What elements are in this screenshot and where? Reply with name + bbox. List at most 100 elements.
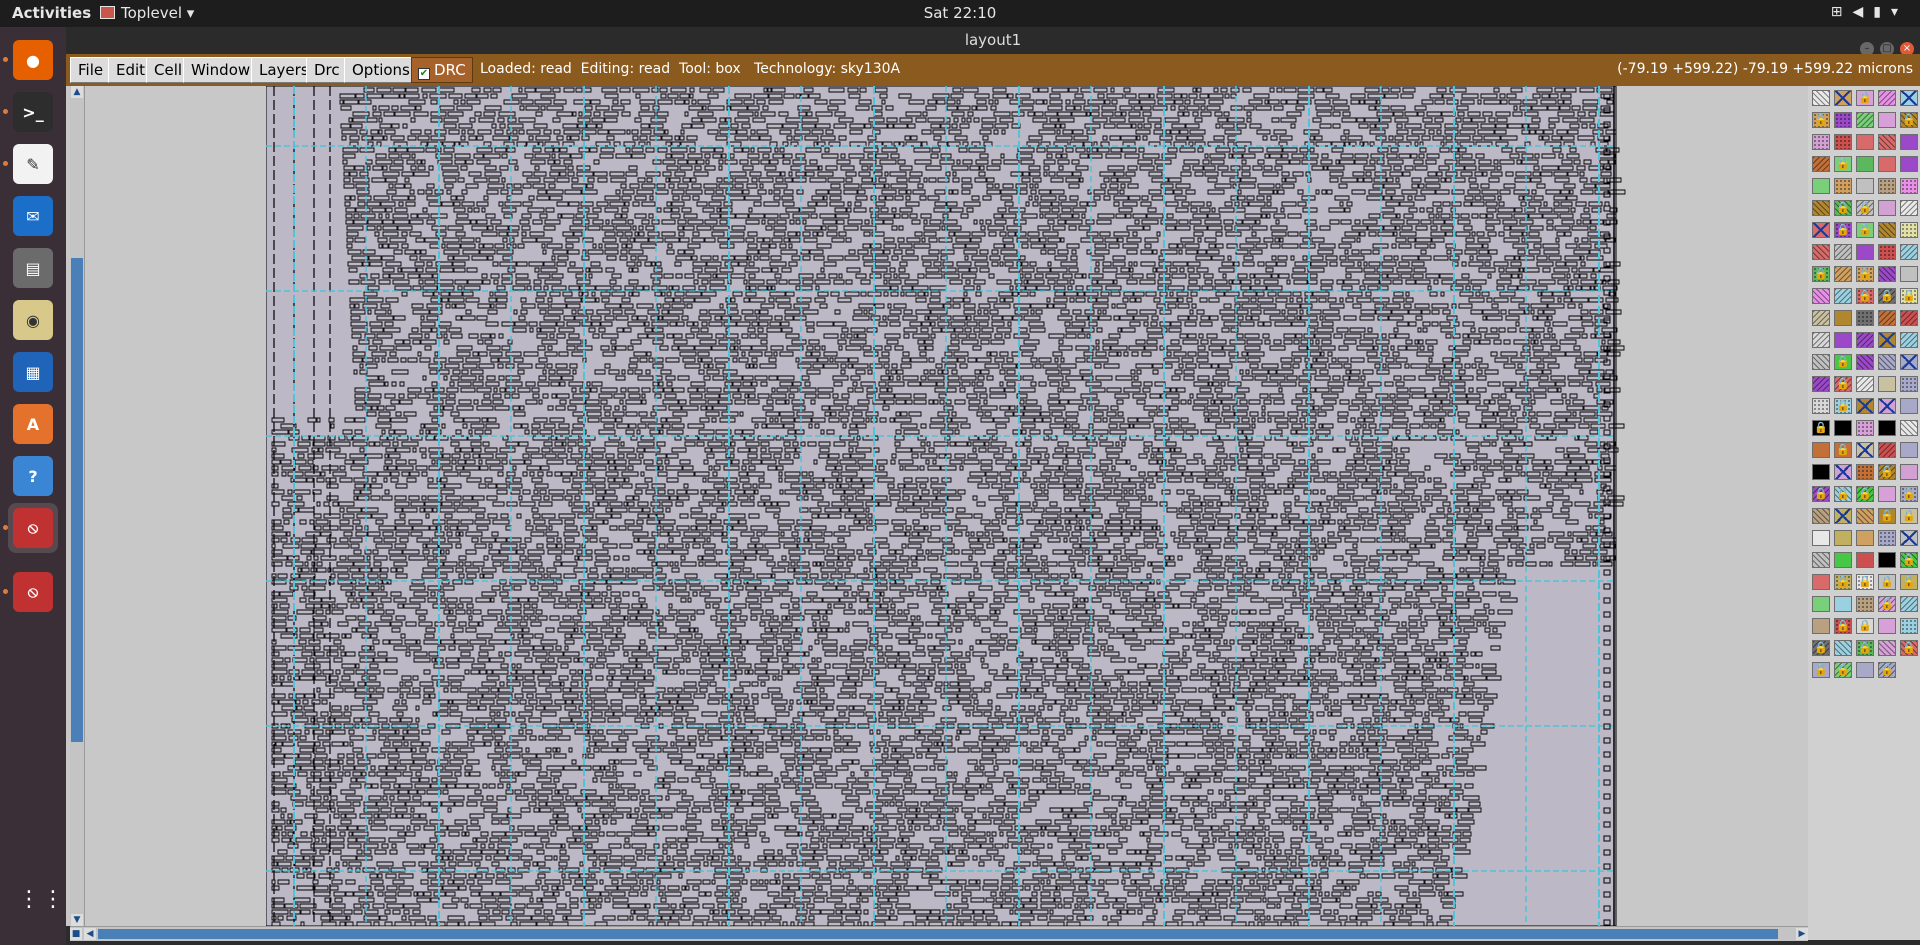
layer-swatch[interactable] <box>1878 420 1896 436</box>
dock-libreoffice-writer[interactable]: ▦ <box>8 347 58 397</box>
locked-layer-swatch[interactable]: 🔒 <box>1856 618 1874 634</box>
locked-layer-swatch[interactable]: 🔒 <box>1812 640 1830 656</box>
layer-swatch[interactable] <box>1834 332 1852 348</box>
layer-swatch[interactable] <box>1834 112 1852 128</box>
layer-swatch[interactable] <box>1878 200 1896 216</box>
layer-swatch[interactable] <box>1856 662 1874 678</box>
layer-swatch[interactable] <box>1900 178 1918 194</box>
locked-layer-swatch[interactable]: 🔒 <box>1834 156 1852 172</box>
locked-layer-swatch[interactable]: 🔒 <box>1878 662 1896 678</box>
layer-swatch[interactable] <box>1834 266 1852 282</box>
layer-swatch[interactable] <box>1812 464 1830 480</box>
layer-swatch[interactable] <box>1878 552 1896 568</box>
layer-swatch[interactable] <box>1856 464 1874 480</box>
locked-layer-swatch[interactable]: 🔒 <box>1856 222 1874 238</box>
locked-layer-swatch[interactable]: 🔒 <box>1856 574 1874 590</box>
locked-layer-swatch[interactable]: 🔒 <box>1856 640 1874 656</box>
layer-swatch[interactable] <box>1878 244 1896 260</box>
locked-layer-swatch[interactable]: 🔒 <box>1900 486 1918 502</box>
locked-layer-swatch[interactable]: 🔒 <box>1812 662 1830 678</box>
layer-swatch[interactable] <box>1812 442 1830 458</box>
layer-swatch[interactable] <box>1878 486 1896 502</box>
menu-file[interactable]: File <box>70 57 112 83</box>
dock-magic-window[interactable]: ⦸ <box>8 503 58 553</box>
layer-swatch[interactable] <box>1834 552 1852 568</box>
scroll-left-arrow[interactable]: ◀ <box>84 928 96 940</box>
layer-swatch[interactable] <box>1878 112 1896 128</box>
layer-swatch[interactable] <box>1878 442 1896 458</box>
horizontal-scrollbar[interactable]: ■ ◀ ▶ <box>70 926 1808 941</box>
layer-swatch[interactable] <box>1900 464 1918 480</box>
layer-swatch[interactable] <box>1812 90 1830 106</box>
layer-swatch[interactable] <box>1812 200 1830 216</box>
vertical-scroll-thumb[interactable] <box>71 258 83 742</box>
layer-swatch[interactable] <box>1812 310 1830 326</box>
layer-swatch[interactable] <box>1900 376 1918 392</box>
layer-swatch[interactable] <box>1900 156 1918 172</box>
scroll-corner-box[interactable]: ■ <box>70 928 82 940</box>
layer-swatch[interactable] <box>1812 530 1830 546</box>
layer-swatch[interactable] <box>1812 574 1830 590</box>
layer-swatch[interactable] <box>1834 420 1852 436</box>
contact-layer-swatch[interactable] <box>1856 398 1874 414</box>
clock[interactable]: Sat 22:10 <box>924 4 997 22</box>
locked-layer-swatch[interactable]: 🔒 <box>1834 618 1852 634</box>
menu-options[interactable]: Options <box>344 57 418 83</box>
layer-swatch[interactable] <box>1834 288 1852 304</box>
layer-swatch[interactable] <box>1900 200 1918 216</box>
layer-swatch[interactable] <box>1812 508 1830 524</box>
locked-layer-swatch[interactable]: 🔒 <box>1834 398 1852 414</box>
layer-swatch[interactable] <box>1900 596 1918 612</box>
layer-swatch[interactable] <box>1856 376 1874 392</box>
dock-software-center[interactable]: A <box>8 399 58 449</box>
locked-layer-swatch[interactable]: 🔒 <box>1856 266 1874 282</box>
dock-terminal[interactable]: >_ <box>8 87 58 137</box>
scroll-right-arrow[interactable]: ▶ <box>1796 928 1808 940</box>
layer-swatch[interactable] <box>1878 178 1896 194</box>
contact-layer-swatch[interactable] <box>1834 508 1852 524</box>
layer-swatch[interactable] <box>1856 596 1874 612</box>
layer-swatch[interactable] <box>1878 618 1896 634</box>
layer-swatch[interactable] <box>1812 552 1830 568</box>
layer-swatch[interactable] <box>1834 640 1852 656</box>
layer-swatch[interactable] <box>1900 618 1918 634</box>
dock-text-editor[interactable]: ✎ <box>8 139 58 189</box>
contact-layer-swatch[interactable] <box>1878 398 1896 414</box>
locked-layer-swatch[interactable]: 🔒 <box>1856 486 1874 502</box>
activities-button[interactable]: Activities <box>12 4 91 22</box>
app-menu[interactable]: Toplevel ▾ <box>100 4 194 22</box>
layer-swatch[interactable] <box>1856 112 1874 128</box>
layer-swatch[interactable] <box>1878 310 1896 326</box>
locked-layer-swatch[interactable]: 🔒 <box>1878 574 1896 590</box>
locked-layer-swatch[interactable]: 🔒 <box>1878 288 1896 304</box>
layer-swatch[interactable] <box>1856 552 1874 568</box>
layer-swatch[interactable] <box>1900 398 1918 414</box>
layer-swatch[interactable] <box>1878 354 1896 370</box>
layer-swatch[interactable] <box>1812 288 1830 304</box>
contact-layer-swatch[interactable] <box>1856 442 1874 458</box>
layer-swatch[interactable] <box>1878 134 1896 150</box>
layer-swatch[interactable] <box>1900 222 1918 238</box>
locked-layer-swatch[interactable]: 🔒 <box>1856 288 1874 304</box>
dock-help[interactable]: ? <box>8 451 58 501</box>
drc-toggle[interactable]: ✔ DRC <box>411 57 473 83</box>
system-tray[interactable]: ⊞◀▮▾ <box>1831 4 1908 20</box>
locked-layer-swatch[interactable]: 🔒 <box>1900 288 1918 304</box>
scroll-down-arrow[interactable]: ▼ <box>71 914 83 926</box>
menu-drc[interactable]: Drc <box>306 57 348 83</box>
layer-swatch[interactable] <box>1812 156 1830 172</box>
dock-thunderbird[interactable]: ✉ <box>8 191 58 241</box>
locked-layer-swatch[interactable]: 🔒 <box>1834 200 1852 216</box>
layer-swatch[interactable] <box>1878 266 1896 282</box>
layer-swatch[interactable] <box>1834 178 1852 194</box>
locked-layer-swatch[interactable]: 🔒 <box>1856 90 1874 106</box>
layer-swatch[interactable] <box>1812 354 1830 370</box>
contact-layer-swatch[interactable] <box>1900 90 1918 106</box>
layer-swatch[interactable] <box>1856 134 1874 150</box>
contact-layer-swatch[interactable] <box>1834 90 1852 106</box>
locked-layer-swatch[interactable]: 🔒 <box>1900 574 1918 590</box>
drc-checkbox[interactable]: ✔ <box>418 68 430 80</box>
locked-layer-swatch[interactable]: 🔒 <box>1834 574 1852 590</box>
locked-layer-swatch[interactable]: 🔒 <box>1812 486 1830 502</box>
layer-swatch[interactable] <box>1878 640 1896 656</box>
